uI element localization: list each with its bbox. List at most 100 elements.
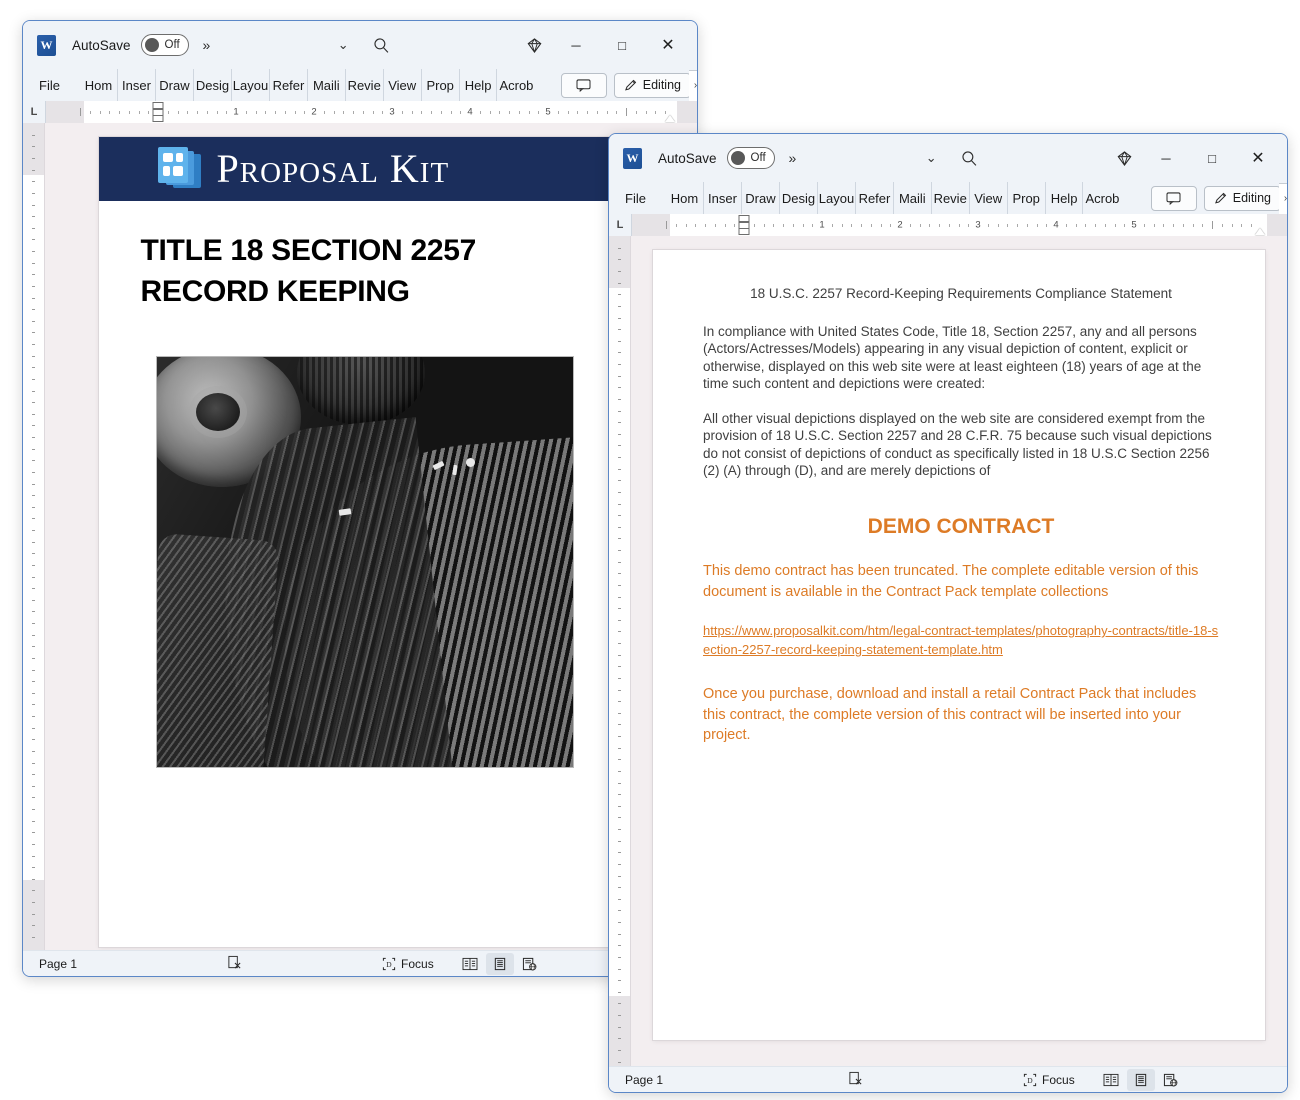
search-icon-2[interactable] [950,143,988,173]
tab-mailings-2[interactable]: Maili [894,182,932,214]
vertical-ruler-tick [618,422,621,424]
editing-overflow-chevron-icon-2[interactable]: › [1279,182,1287,215]
tab-file[interactable]: File [33,69,70,101]
print-layout-icon[interactable] [485,952,514,975]
ruler-tick [518,110,520,114]
autosave-toggle[interactable]: Off [140,34,189,56]
tab-home[interactable]: Hom [80,69,118,101]
vertical-ruler[interactable] [23,123,45,950]
vertical-ruler-2[interactable] [609,236,631,1066]
print-layout-icon-2[interactable] [1126,1068,1155,1091]
tab-layout[interactable]: Layou [232,69,270,101]
horizontal-ruler[interactable]: L 1 2 3 4 5 [23,101,697,123]
vertical-ruler-tick [32,448,35,450]
web-layout-icon-2[interactable] [1157,1069,1185,1091]
horizontal-ruler-track[interactable]: 1 2 3 4 5 [46,101,697,123]
tab-design-2[interactable]: Desig [780,182,818,214]
tab-view-2[interactable]: View [970,182,1008,214]
tab-acrobat-2[interactable]: Acrob [1083,182,1121,214]
camera-photograph[interactable] [155,356,574,768]
right-indent-marker-2[interactable] [1255,228,1265,235]
document-canvas-1[interactable]: PROPOSAL KIT TITLE 18 SECTION 2257 RECOR… [45,123,697,950]
proposal-kit-template-link[interactable]: https://www.proposalkit.com/htm/legal-co… [703,622,1219,660]
editing-button[interactable]: Editing [613,72,691,98]
editing-overflow-chevron-icon[interactable]: › [689,69,697,102]
read-mode-icon-2[interactable] [1097,1069,1125,1091]
tab-home-2[interactable]: Hom [666,182,704,214]
comments-button[interactable] [560,72,607,98]
autosave-toggle-2[interactable]: Off [726,147,775,169]
vertical-ruler-tick [32,692,35,694]
compliance-paragraph-1: In compliance with United States Code, T… [703,324,1202,391]
tab-insert[interactable]: Inser [118,69,156,101]
tab-mailings[interactable]: Maili [308,69,346,101]
ruler-tick [109,110,111,114]
tab-file-2[interactable]: File [619,182,656,214]
editing-button-2[interactable]: Editing [1203,185,1281,211]
tab-design[interactable]: Desig [194,69,232,101]
vertical-ruler-tick [618,608,621,610]
document-page-1[interactable]: PROPOSAL KIT TITLE 18 SECTION 2257 RECOR… [98,137,644,947]
proofing-errors-icon-2[interactable] [848,1071,863,1089]
focus-label: Focus [401,956,434,971]
page-number-indicator[interactable]: Page 1 [33,957,77,971]
first-line-indent-marker-2[interactable] [738,215,750,222]
minimize-button-2[interactable]: ─ [1143,142,1189,174]
tab-references-2[interactable]: Refer [856,182,894,214]
search-icon[interactable] [362,30,400,60]
word-app-icon[interactable]: W [37,34,56,56]
read-mode-icon[interactable] [456,953,484,975]
quick-access-more-icon[interactable]: » [203,37,211,53]
page-number-indicator-2[interactable]: Page 1 [619,1073,663,1087]
horizontal-ruler-ticks: 1 2 3 4 5 [46,101,697,123]
document-2-content[interactable]: 18 U.S.C. 2257 Record-Keeping Requiremen… [653,250,1265,746]
right-indent-marker[interactable] [665,115,675,122]
word-window-document-1[interactable]: W AutoSave Off » ⌄ ─ □ ✕ File Hom Inser … [22,20,698,977]
left-indent-marker-2[interactable] [738,228,750,235]
editing-mode-control[interactable]: Editing › [613,69,697,102]
tab-draw-2[interactable]: Draw [742,182,780,214]
close-button-2[interactable]: ✕ [1235,142,1281,174]
maximize-button-2[interactable]: □ [1189,142,1235,174]
horizontal-ruler-track-2[interactable]: 1 2 3 4 5 [632,214,1287,236]
tab-help-2[interactable]: Help [1046,182,1084,214]
tab-layout-2[interactable]: Layou [818,182,856,214]
customize-quick-access-chevron-down-icon[interactable]: ⌄ [324,30,362,60]
left-indent-marker[interactable] [152,115,164,122]
horizontal-ruler-2[interactable]: L 1 2 3 4 5 [609,214,1287,236]
focus-mode-button-2[interactable]: D Focus [1023,1073,1075,1087]
vertical-ruler-tick [32,867,35,869]
tab-help[interactable]: Help [460,69,498,101]
comments-button-2[interactable] [1150,185,1197,211]
quick-access-more-icon-2[interactable]: » [789,150,797,166]
editing-mode-control-2[interactable]: Editing › [1203,182,1287,215]
maximize-button[interactable]: □ [599,29,645,61]
tab-properties[interactable]: Prop [422,69,460,101]
tab-insert-2[interactable]: Inser [704,182,742,214]
word-window-document-2[interactable]: W AutoSave Off » ⌄ ─ □ ✕ File Hom Inser … [608,133,1288,1093]
tab-review[interactable]: Revie [346,69,384,101]
document-canvas-2[interactable]: 18 U.S.C. 2257 Record-Keeping Requiremen… [631,236,1287,1066]
tab-review-2[interactable]: Revie [932,182,970,214]
word-app-icon-2[interactable]: W [623,147,642,169]
tab-properties-2[interactable]: Prop [1008,182,1046,214]
web-layout-icon[interactable] [516,953,544,975]
tab-references[interactable]: Refer [270,69,308,101]
focus-mode-button[interactable]: D Focus [382,957,434,971]
first-line-indent-marker[interactable] [152,102,164,109]
tab-stop-selector-2[interactable]: L [609,214,631,236]
proofing-errors-icon[interactable] [227,955,242,973]
copilot-diamond-icon[interactable] [515,30,553,60]
vertical-ruler-tick [618,491,621,493]
tab-view[interactable]: View [384,69,422,101]
copilot-diamond-icon-2[interactable] [1105,143,1143,173]
customize-quick-access-chevron-down-icon-2[interactable]: ⌄ [912,143,950,173]
tab-stop-selector[interactable]: L [23,101,45,123]
view-mode-buttons [456,952,544,975]
ruler-tick [323,110,325,114]
minimize-button[interactable]: ─ [553,29,599,61]
document-page-2[interactable]: 18 U.S.C. 2257 Record-Keeping Requiremen… [653,250,1265,1040]
tab-acrobat[interactable]: Acrob [497,69,535,101]
close-button[interactable]: ✕ [645,29,691,61]
tab-draw[interactable]: Draw [156,69,194,101]
